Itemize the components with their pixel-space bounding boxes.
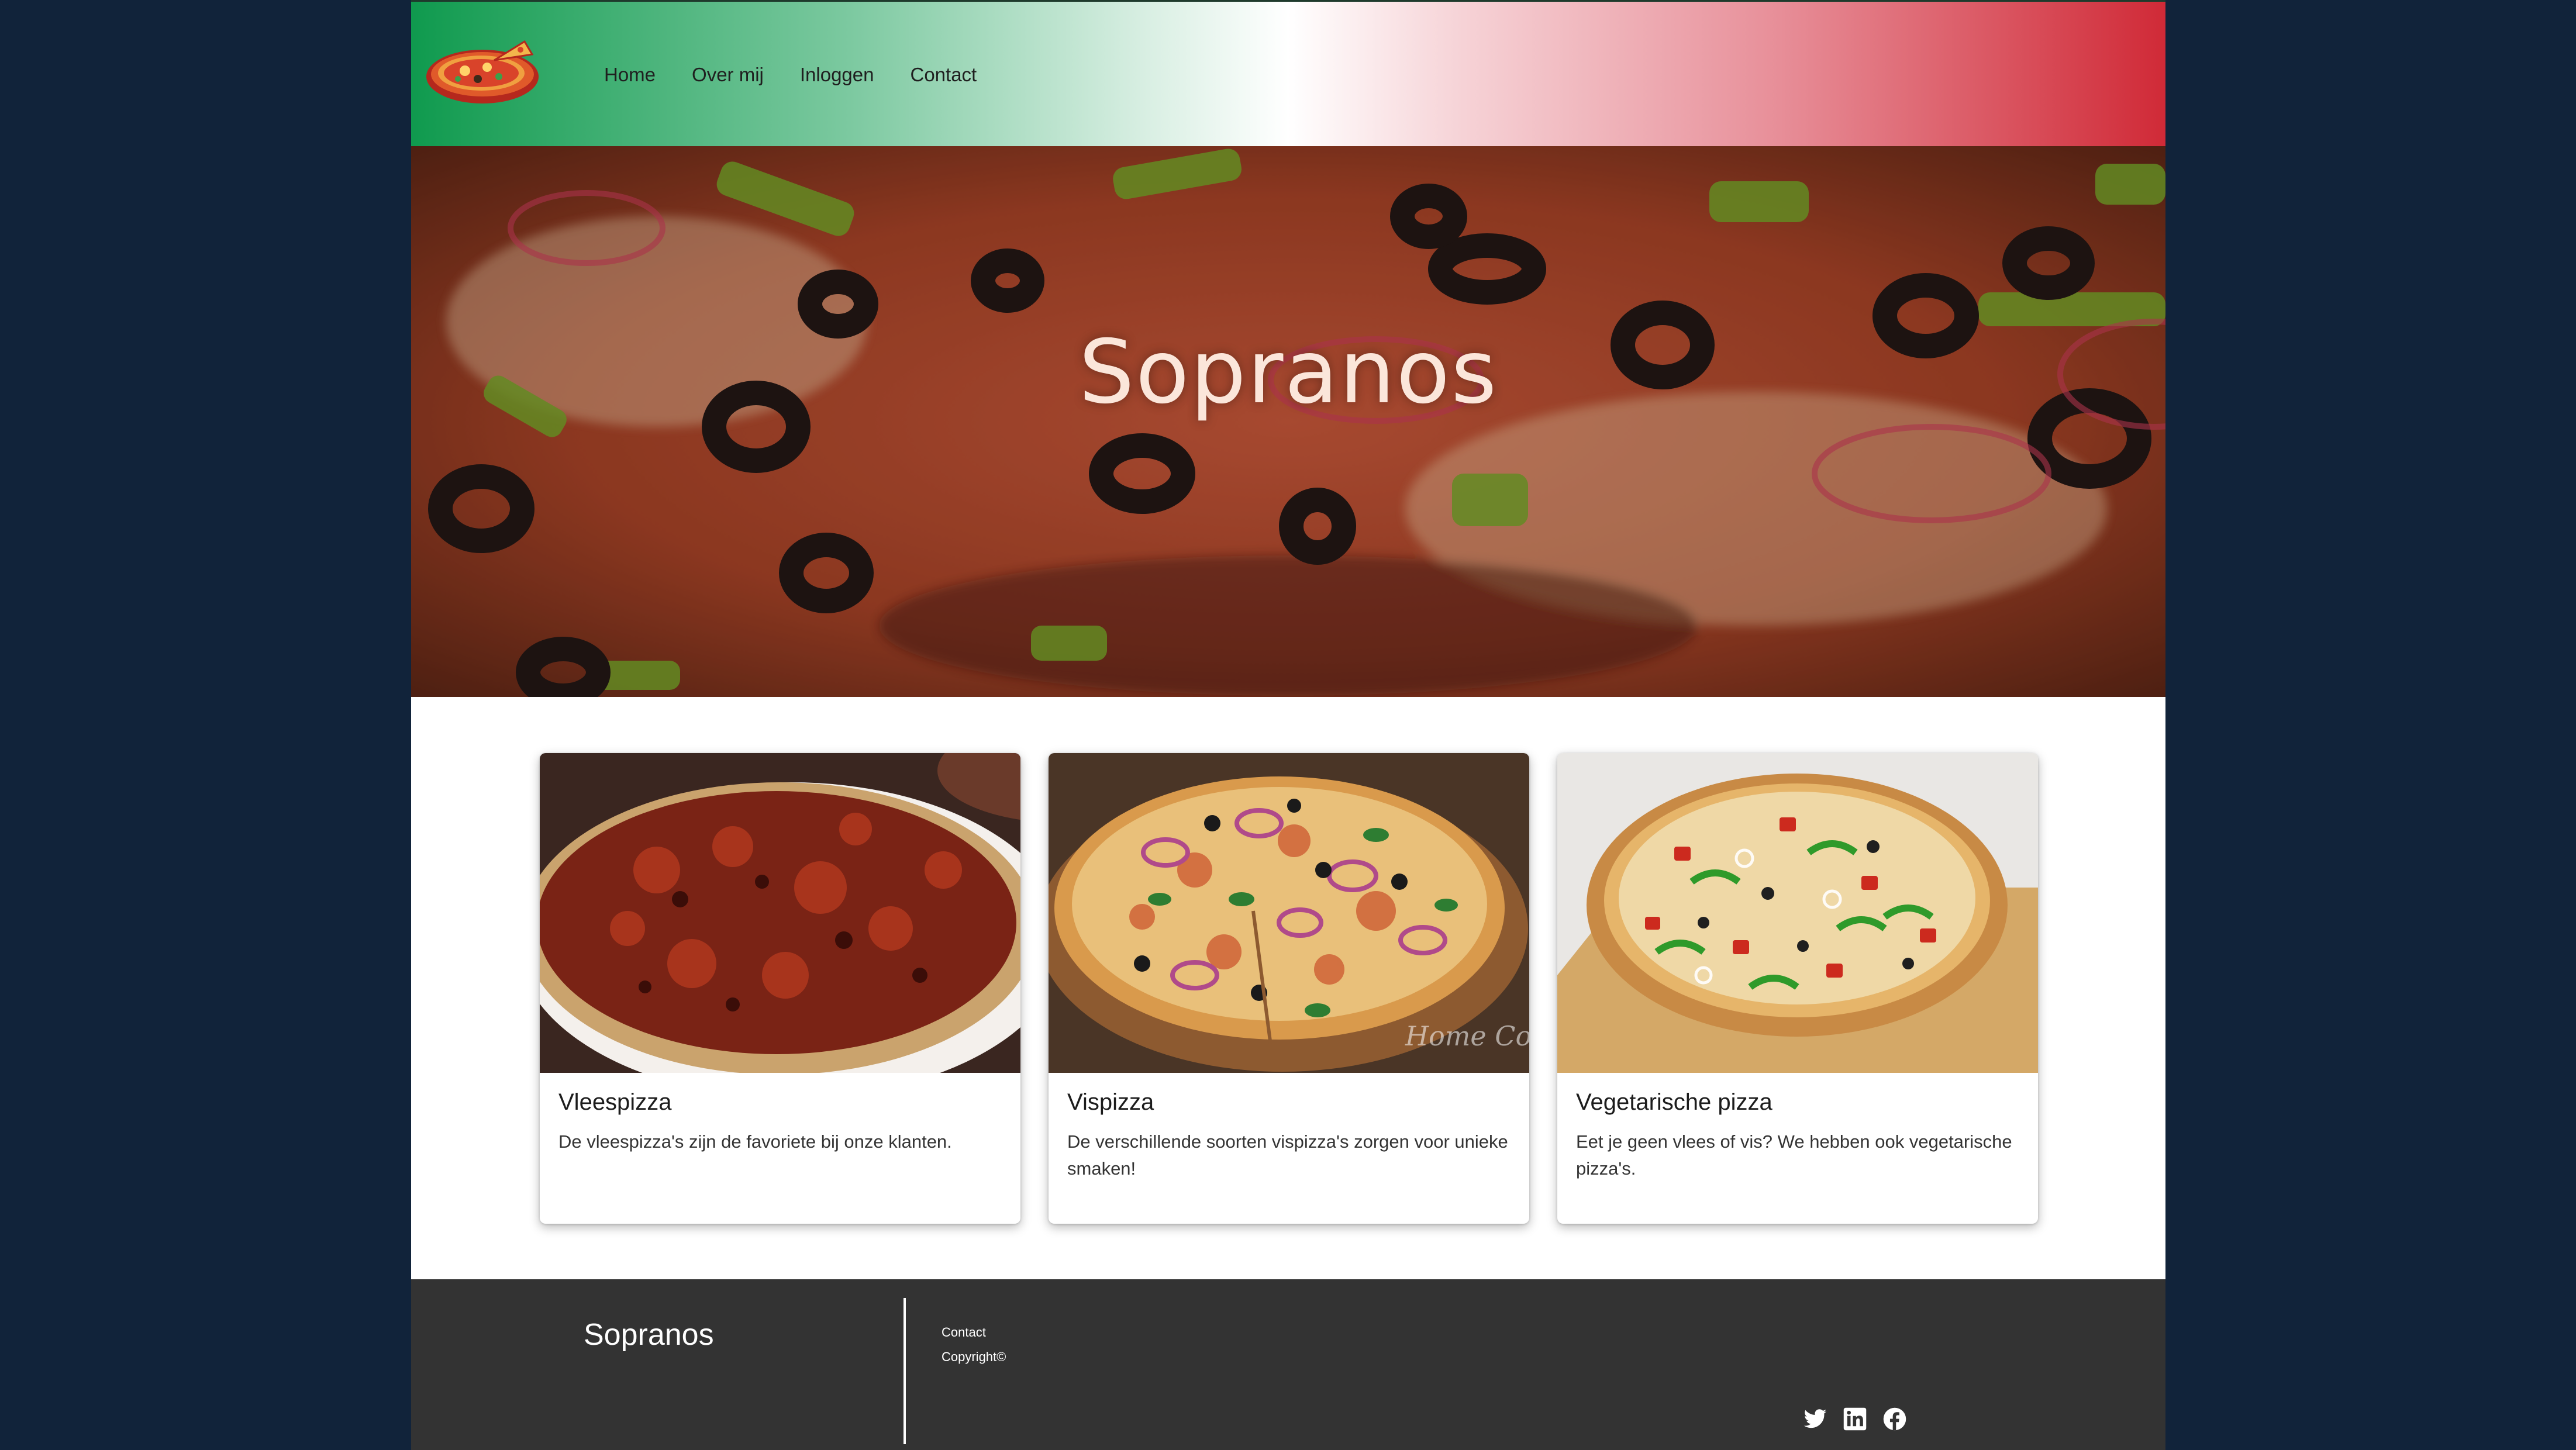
card-title: Vegetarische pizza [1576,1089,1772,1115]
nav-home-link[interactable]: Home [604,64,656,86]
facebook-icon[interactable] [1882,1407,1907,1431]
card-vispizza[interactable]: Home Cooking Vispizza De verschillende s… [1049,753,1529,1224]
nav-links: Home Over mij Inloggen Contact [604,2,1013,148]
nav-contact-link[interactable]: Contact [911,64,977,86]
card-title: Vleespizza [558,1089,672,1115]
fish-pizza-image: Home Cooking [1049,753,1529,1073]
footer: Sopranos Contact Copyright© [411,1279,2165,1450]
footer-copyright: Copyright© [942,1349,1006,1364]
card-vleespizza[interactable]: Vleespizza De vleespizza's zijn de favor… [540,753,1020,1224]
card-text: De verschillende soorten vispizza's zorg… [1067,1131,1508,1179]
card-vegetarische-pizza[interactable]: Vegetarische pizza Eet je geen vlees of … [1557,753,2038,1224]
footer-links: Contact Copyright© [942,1320,1006,1369]
vegetarian-pizza-image [1557,753,2038,1073]
meat-pizza-image [540,753,1020,1073]
twitter-icon[interactable] [1803,1407,1827,1431]
card-text: De vleespizza's zijn de favoriete bij on… [558,1131,952,1152]
linkedin-icon[interactable] [1843,1407,1867,1431]
page: Home Over mij Inloggen Contact Sopranos … [411,0,2165,1450]
nav-login-link[interactable]: Inloggen [800,64,874,86]
footer-contact-link[interactable]: Contact [942,1320,1006,1345]
footer-brand: Sopranos [584,1318,714,1352]
footer-divider [904,1298,906,1444]
nav-about-link[interactable]: Over mij [692,64,764,86]
watermark-text: Home Cooking [1405,1020,1529,1052]
hero-title: Sopranos [1078,322,1498,423]
navbar: Home Over mij Inloggen Contact [411,0,2165,146]
pizza-logo[interactable] [424,37,541,107]
hero-banner: Sopranos [411,146,2165,697]
card-title: Vispizza [1067,1089,1154,1115]
card-text: Eet je geen vlees of vis? We hebben ook … [1576,1131,2012,1179]
